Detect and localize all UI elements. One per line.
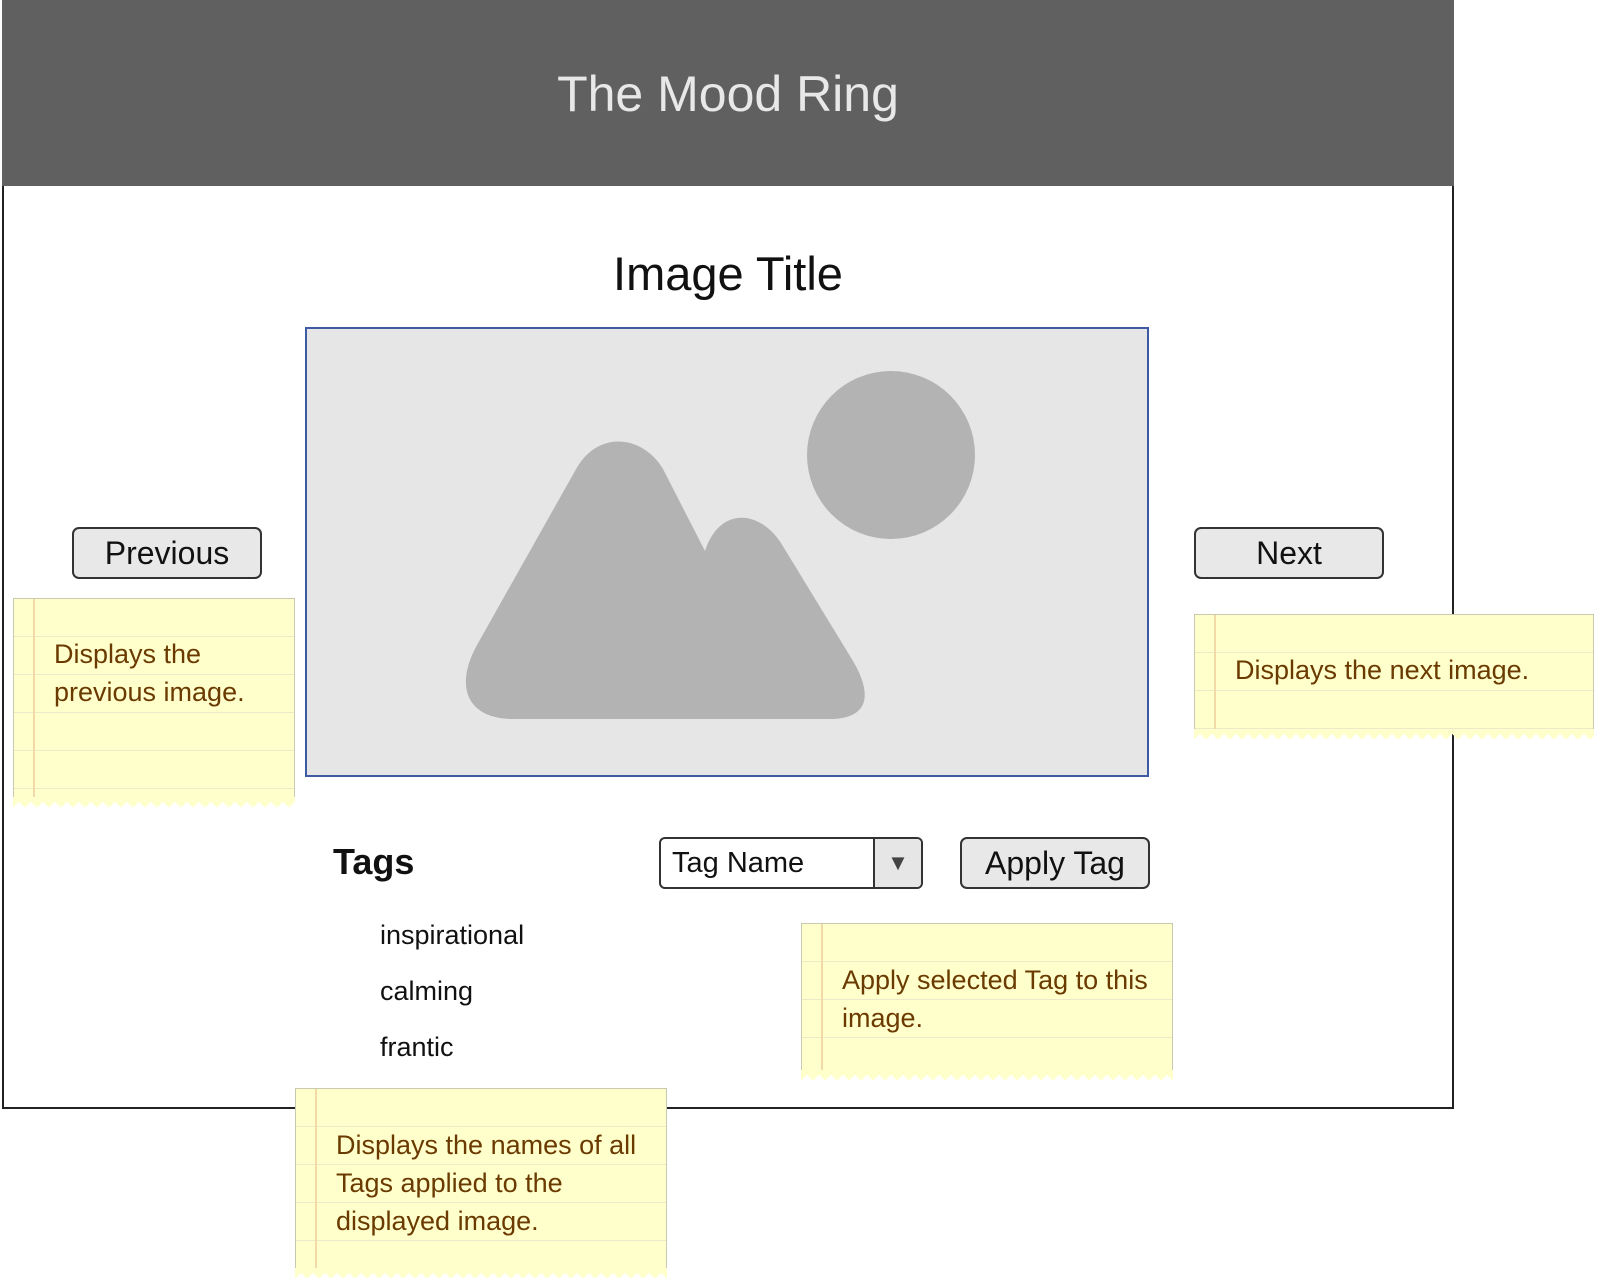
note-apply-tag-text: Apply selected Tag to this image.: [842, 965, 1148, 1033]
note-tags: Displays the names of all Tags applied t…: [295, 1088, 667, 1278]
note-next-text: Displays the next image.: [1235, 655, 1530, 685]
apply-tag-button[interactable]: Apply Tag: [960, 837, 1150, 889]
sun-shape: [807, 371, 975, 539]
note-previous: Displays the previous image.: [13, 598, 295, 807]
previous-button[interactable]: Previous: [72, 527, 262, 579]
tag-name-select-value: Tag Name: [672, 846, 805, 879]
note-apply-tag: Apply selected Tag to this image.: [801, 923, 1173, 1080]
image-display: [305, 327, 1149, 777]
note-next: Displays the next image.: [1194, 614, 1594, 739]
tag-item: frantic: [380, 1032, 454, 1062]
app-title: The Mood Ring: [557, 66, 899, 122]
image-title: Image Title: [613, 247, 843, 300]
next-button[interactable]: Next: [1194, 527, 1384, 579]
tags-heading: Tags: [333, 841, 415, 882]
tag-name-select[interactable]: Tag Name ▼: [659, 837, 923, 889]
tag-item: inspirational: [380, 920, 525, 950]
tag-list: inspirational calming frantic: [380, 918, 524, 1086]
tag-item: calming: [380, 976, 474, 1006]
image-placeholder-icon: [465, 371, 975, 719]
note-previous-text: Displays the previous image.: [54, 639, 245, 707]
triangle-down-icon[interactable]: ▼: [873, 839, 921, 887]
mountain-shape: [465, 441, 865, 719]
app-header: The Mood Ring: [2, 0, 1454, 186]
note-tags-text: Displays the names of all Tags applied t…: [336, 1130, 637, 1236]
